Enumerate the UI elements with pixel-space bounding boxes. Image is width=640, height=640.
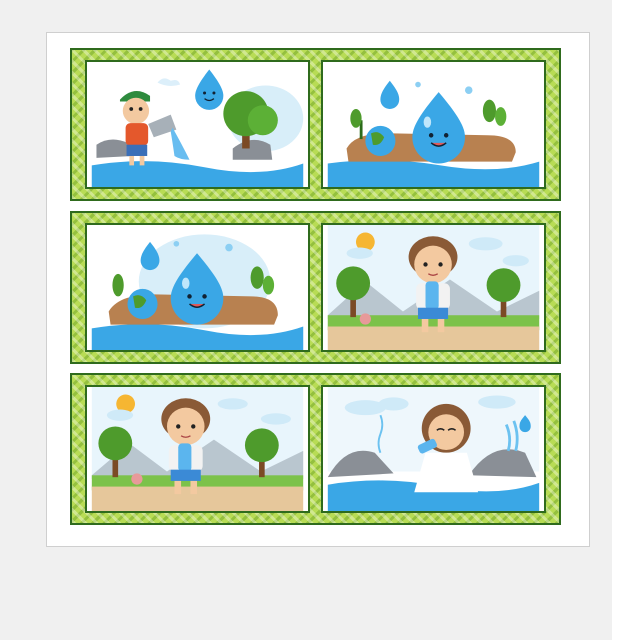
picture-card-girl-drinking-water[interactable] [321,385,546,513]
smiling-water-drop-icon [412,92,465,164]
scene-water-drop-earth-2 [91,234,304,350]
scene-boy-with-bottle-2 [91,387,304,511]
water-drop-icon [195,69,224,110]
picture-card-water-drop-earth-2[interactable] [85,223,310,352]
picture-card-boy-with-bottle[interactable] [321,223,546,352]
water-drop-icon [140,241,160,271]
water-drop-icon [380,80,400,109]
scene-boy-pouring-water [91,69,304,187]
earth-globe-icon [365,125,396,156]
boy-pouring-bucket-icon [119,91,190,166]
picture-card-boy-with-bottle-2[interactable] [85,385,310,513]
card-row-1 [70,48,561,201]
window-edge [612,0,640,640]
scene-water-drop-earth [327,80,540,187]
scene-girl-drinking-water [327,387,540,511]
picture-card-boy-pouring-water[interactable] [85,60,310,189]
earth-globe-icon [127,288,158,319]
card-row-3 [70,373,561,525]
picture-card-water-drop-earth[interactable] [321,60,546,189]
scene-boy-with-bottle [327,225,540,350]
card-row-2 [70,211,561,364]
